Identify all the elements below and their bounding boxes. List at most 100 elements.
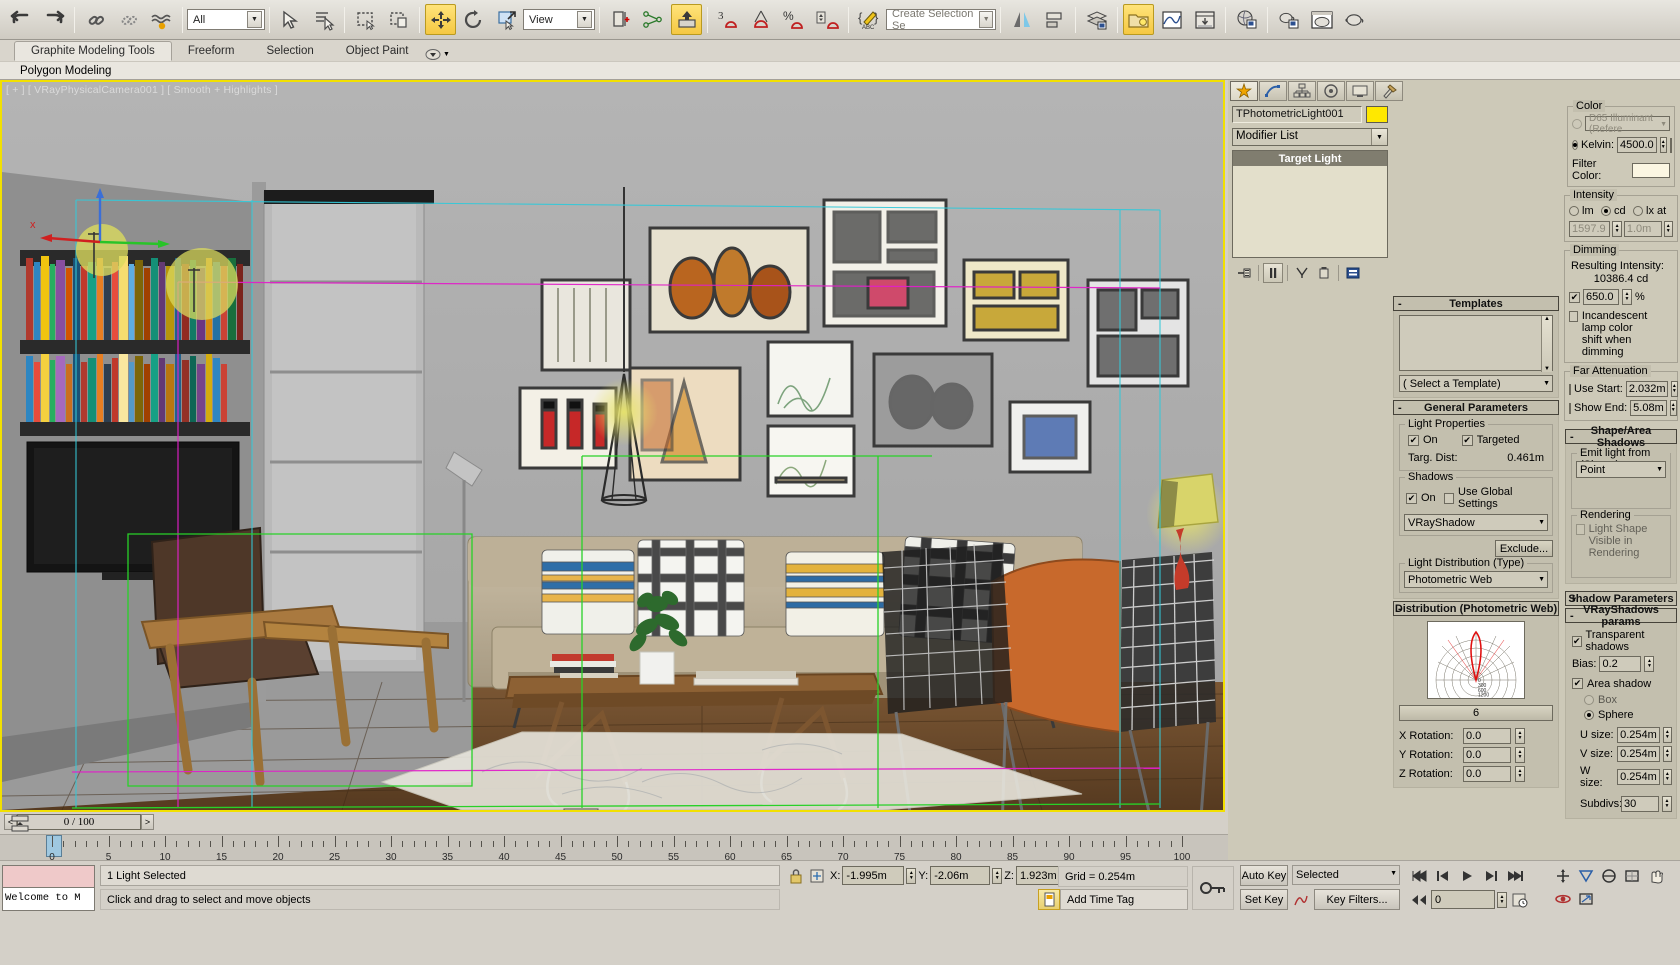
incandescent-shift-checkbox[interactable] xyxy=(1569,311,1578,322)
lm-spinner[interactable]: ▲▼ xyxy=(1612,221,1621,237)
preset-color-radio[interactable] xyxy=(1572,119,1582,129)
hierarchy-tab[interactable] xyxy=(1288,81,1316,101)
rectangular-selection-region-button[interactable] xyxy=(350,4,381,35)
v-size-field[interactable]: 0.254m xyxy=(1617,746,1660,762)
lm-value-field[interactable]: 1597.9 xyxy=(1569,221,1610,237)
maximize-viewport-icon-button[interactable] xyxy=(1575,888,1596,909)
select-and-place-button[interactable] xyxy=(638,4,669,35)
tab-object-paint[interactable]: Object Paint xyxy=(330,41,425,61)
tab-selection[interactable]: Selection xyxy=(250,41,329,61)
color-preset-dropdown[interactable]: D65 Illuminant (Refere ▼ xyxy=(1585,116,1670,131)
timeline-ruler[interactable]: 0510152025303540455055606570758085909510… xyxy=(0,834,1228,860)
far-attenuation-show-checkbox[interactable] xyxy=(1569,403,1571,414)
auto-key-button[interactable]: Auto Key xyxy=(1240,865,1288,886)
w-size-field[interactable]: 0.254m xyxy=(1617,769,1660,785)
transparent-shadows-checkbox[interactable]: ✔ Transparent shadows xyxy=(1572,629,1672,653)
x-rotation-spinner[interactable]: ▲▼ xyxy=(1515,728,1525,744)
zoom-extents-icon-button[interactable] xyxy=(1598,865,1619,886)
select-and-scale-button[interactable] xyxy=(491,4,522,35)
subdivs-field[interactable]: 30 xyxy=(1621,796,1659,812)
snaps-toggle-3d-button[interactable]: 3 xyxy=(713,4,744,35)
distribution-header[interactable]: - Distribution (Photometric Web) xyxy=(1393,601,1559,616)
emit-shape-dropdown[interactable]: Point ▼ xyxy=(1576,461,1666,478)
scene-explorer-button[interactable] xyxy=(1123,4,1154,35)
template-list[interactable]: ▲▼ xyxy=(1399,315,1553,371)
u-size-spinner[interactable]: ▲▼ xyxy=(1663,727,1672,743)
absolute-relative-transform-toggle[interactable] xyxy=(806,866,828,886)
use-global-settings-checkbox[interactable]: Use Global Settings xyxy=(1444,486,1548,510)
dimming-checkbox[interactable]: ✔ xyxy=(1569,292,1580,303)
current-frame-spinner[interactable]: ▲▼ xyxy=(1497,892,1507,908)
zoom-all-icon-button[interactable] xyxy=(1575,865,1596,886)
maxscript-mini-listener[interactable]: Welcome to M xyxy=(2,865,95,911)
modifier-stack[interactable]: Target Light xyxy=(1232,150,1388,258)
y-rotation-field[interactable]: 0.0 xyxy=(1463,747,1511,763)
modifier-stack-item-target-light[interactable]: Target Light xyxy=(1233,151,1387,166)
selection-filter-dropdown[interactable]: All ▼ xyxy=(187,9,265,30)
add-time-tag-button[interactable]: Add Time Tag xyxy=(1060,889,1188,910)
named-selection-set-input[interactable]: Create Selection Se ▼ xyxy=(886,9,996,30)
motion-tab[interactable] xyxy=(1317,81,1345,101)
z-rotation-field[interactable]: 0.0 xyxy=(1463,766,1511,782)
kelvin-field[interactable]: 4500.0 xyxy=(1617,137,1657,153)
current-frame-field[interactable]: 0 xyxy=(1431,890,1495,909)
far-attenuation-use-checkbox[interactable] xyxy=(1569,384,1571,395)
next-frame-button[interactable]: > xyxy=(141,814,154,830)
exclude-button[interactable]: Exclude... xyxy=(1495,540,1553,557)
maxscript-listener-white-pane[interactable]: Welcome to M xyxy=(2,888,95,911)
dimming-spinner[interactable]: ▲▼ xyxy=(1622,289,1632,305)
window-crossing-toggle-button[interactable] xyxy=(383,4,414,35)
x-rotation-field[interactable]: 0.0 xyxy=(1463,728,1511,744)
x-coord-field[interactable]: -1.995m xyxy=(842,866,904,885)
align-button[interactable] xyxy=(1039,4,1070,35)
bias-spinner[interactable]: ▲▼ xyxy=(1644,656,1654,672)
y-coord-spinner[interactable]: ▲▼ xyxy=(992,868,1002,884)
kelvin-radio[interactable] xyxy=(1572,140,1578,150)
object-name-field[interactable]: TPhotometricLight001 xyxy=(1232,106,1362,123)
current-frame-indicator[interactable]: 0 / 100 xyxy=(17,814,141,830)
time-configuration-button[interactable] xyxy=(1509,889,1530,910)
use-pivot-point-center-button[interactable] xyxy=(605,4,636,35)
set-key-mode-button[interactable] xyxy=(1192,866,1234,910)
selection-lock-toggle[interactable] xyxy=(786,866,806,886)
shape-area-shadows-header[interactable]: - Shape/Area Shadows xyxy=(1565,429,1677,444)
snaps-toggle-button[interactable] xyxy=(671,4,702,35)
template-list-scrollbar[interactable]: ▲▼ xyxy=(1541,316,1552,372)
bias-field[interactable]: 0.2 xyxy=(1599,656,1641,672)
y-rotation-spinner[interactable]: ▲▼ xyxy=(1515,747,1525,763)
remove-modifier-icon[interactable] xyxy=(1314,263,1334,283)
key-mode-toggle-transport[interactable] xyxy=(1408,889,1429,910)
select-by-name-button[interactable] xyxy=(308,4,339,35)
edit-named-selection-sets-button[interactable]: {}ABC xyxy=(854,4,885,35)
angle-snap-toggle-button[interactable] xyxy=(746,4,777,35)
zoom-icon-button[interactable] xyxy=(1552,865,1573,886)
light-on-checkbox[interactable]: ✔ On xyxy=(1408,434,1438,446)
lx-distance-spinner[interactable]: ▲▼ xyxy=(1664,221,1673,237)
modify-tab[interactable] xyxy=(1259,81,1287,101)
kelvin-color-swatch[interactable] xyxy=(1670,138,1672,153)
key-filters-button[interactable]: Key Filters... xyxy=(1314,889,1400,910)
orbit-icon-button[interactable] xyxy=(1552,888,1573,909)
layer-explorer-button[interactable] xyxy=(1081,4,1112,35)
zoom-region-icon-button[interactable] xyxy=(1621,865,1642,886)
u-size-field[interactable]: 0.254m xyxy=(1617,727,1660,743)
cd-radio[interactable] xyxy=(1601,206,1611,216)
schematic-view-button[interactable] xyxy=(1189,4,1220,35)
go-to-start-button[interactable] xyxy=(1408,865,1429,886)
modifier-list-dropdown[interactable]: Modifier List ▼ xyxy=(1232,128,1388,146)
rendered-frame-window-button[interactable] xyxy=(1306,4,1337,35)
go-to-end-button[interactable] xyxy=(1504,865,1525,886)
pin-stack-icon[interactable] xyxy=(1234,263,1254,283)
make-unique-icon[interactable] xyxy=(1292,263,1312,283)
dimming-field[interactable]: 650.0 xyxy=(1583,289,1619,305)
tab-freeform[interactable]: Freeform xyxy=(172,41,251,61)
mirror-button[interactable] xyxy=(1006,4,1037,35)
maxscript-listener-pink-pane[interactable] xyxy=(2,865,95,888)
lm-radio[interactable] xyxy=(1569,206,1579,216)
lx-distance-field[interactable]: 1.0m xyxy=(1624,221,1662,237)
v-size-spinner[interactable]: ▲▼ xyxy=(1663,746,1672,762)
filter-color-swatch[interactable] xyxy=(1632,163,1670,178)
sphere-radio[interactable] xyxy=(1584,710,1594,720)
vray-shadows-params-header[interactable]: - VRayShadows params xyxy=(1565,608,1677,623)
curve-editor-button[interactable] xyxy=(1156,4,1187,35)
